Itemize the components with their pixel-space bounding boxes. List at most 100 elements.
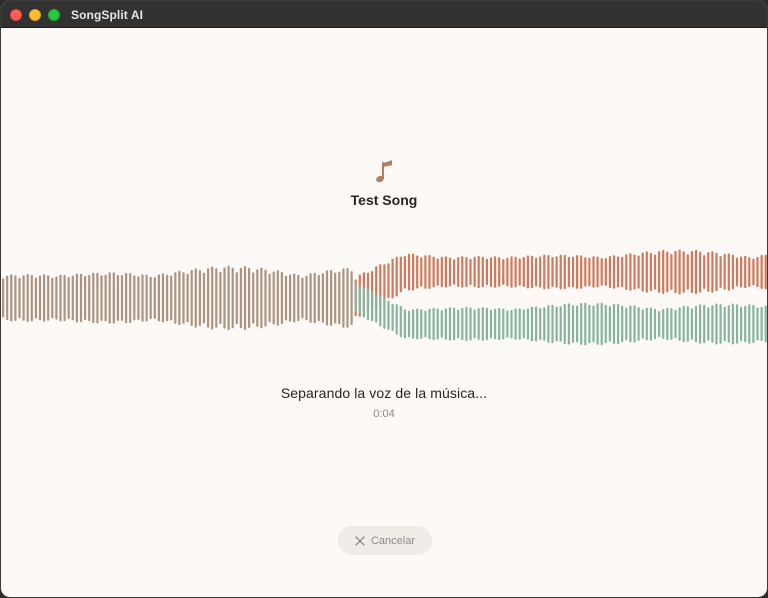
vocals-wave-bar [502,259,505,285]
zoom-window-button[interactable] [48,9,60,21]
original-wave-bar [59,274,62,322]
music-wave-bar [498,307,501,341]
music-wave-bar [358,286,361,314]
music-wave-bar [362,287,365,318]
vocals-wave-bar [539,256,542,288]
music-wave-bar [625,307,628,341]
music-wave-bar [666,307,669,341]
cancel-button[interactable]: Cancelar [338,526,432,555]
original-wave-bar [182,272,185,324]
vocals-wave-bar [723,254,726,290]
music-wave-bar [752,304,755,344]
music-wave-bar [707,307,710,341]
vocals-wave-bar [649,252,652,292]
original-wave-bar [157,274,160,322]
music-wave-bar [399,305,402,338]
vocals-wave-bar [387,263,390,299]
original-wave-bar [108,272,111,324]
vocals-wave-bar [518,258,521,286]
vocals-wave-bar [440,256,443,288]
vocals-wave-bar [645,251,648,293]
music-wave-bar [658,311,661,337]
music-wave-bar [612,303,616,344]
music-wave-bar [703,304,706,344]
vocals-wave-bar [658,251,661,293]
vocals-wave-bar [448,257,452,287]
minimize-window-button[interactable] [29,9,41,21]
music-wave-bar [506,310,509,338]
music-wave-bar [682,305,685,343]
vocals-wave-bar [559,254,562,290]
music-wave-bar [539,308,542,340]
vocals-wave-bar [469,258,472,285]
original-wave-bar [202,272,206,324]
vocals-wave-bar [526,255,529,289]
original-wave-bar [256,269,259,327]
vocals-wave-bar [740,256,743,288]
vocals-wave-bar [461,256,464,288]
vocals-wave-bar [694,249,698,295]
original-wave-bar [141,274,144,322]
original-wave-bar [272,271,275,325]
title-bar[interactable]: SongSplit AI [1,1,767,28]
original-wave-bar [26,273,29,322]
original-wave-bar [260,267,263,329]
music-wave-bar [407,310,411,338]
vocals-wave-bar [547,255,550,289]
original-wave-bar [174,272,177,324]
vocals-wave-bar [752,258,755,286]
vocals-wave-bar [432,256,435,288]
vocals-wave-bar [481,256,484,288]
original-wave-bar [252,272,255,324]
music-wave-bar [756,307,759,341]
app-window: SongSplit AI Test Song Separando la voz … [0,0,768,598]
original-wave-bar [325,270,329,326]
original-wave-bar [301,277,304,319]
vocals-wave-bar [489,257,493,287]
vocals-wave-bar [403,256,406,289]
music-wave-bar [502,308,505,340]
original-wave-bar [170,275,173,321]
original-wave-bar [342,268,345,328]
music-wave-bar [444,308,447,340]
music-wave-bar [670,308,673,340]
vocals-wave-bar [674,250,677,294]
vocals-wave-bar [506,257,509,287]
music-wave-bar [686,306,689,342]
music-wave-bar [584,302,587,346]
close-window-button[interactable] [10,9,22,21]
original-wave-bar [178,270,181,326]
music-wave-bar [555,306,558,342]
vocals-wave-bar [744,255,747,289]
original-wave-bar [153,277,156,319]
original-wave-bar [18,277,21,319]
vocals-wave-bar [678,249,681,295]
vocals-wave-bar [662,250,665,294]
vocals-wave-bar [686,254,689,290]
vocals-wave-bar [473,256,476,288]
vocals-wave-bar [637,255,640,289]
original-wave-bar [55,276,58,320]
music-wave-bar [371,292,374,322]
music-wave-bar [608,306,611,342]
music-wave-bar [649,307,652,341]
original-wave-bar [198,270,201,326]
music-wave-bar [571,305,575,343]
original-wave-bar [10,274,13,322]
music-wave-bar [387,300,390,330]
vocals-wave-bar [764,254,767,290]
vocals-wave-bar [571,256,575,288]
original-wave-bar [71,275,74,321]
music-wave-bar [420,309,423,339]
original-wave-bar [137,276,140,320]
music-wave-bar [653,308,657,339]
music-wave-bar [731,303,734,345]
vocals-wave-bar [444,256,447,288]
vocals-wave-bar [436,258,439,286]
original-wave-bar [6,275,9,321]
original-wave-bar [297,274,300,322]
music-wave-bar [633,305,636,343]
vocals-wave-bar [551,257,554,287]
original-wave-bar [116,274,119,321]
original-wave-bar [92,272,95,324]
